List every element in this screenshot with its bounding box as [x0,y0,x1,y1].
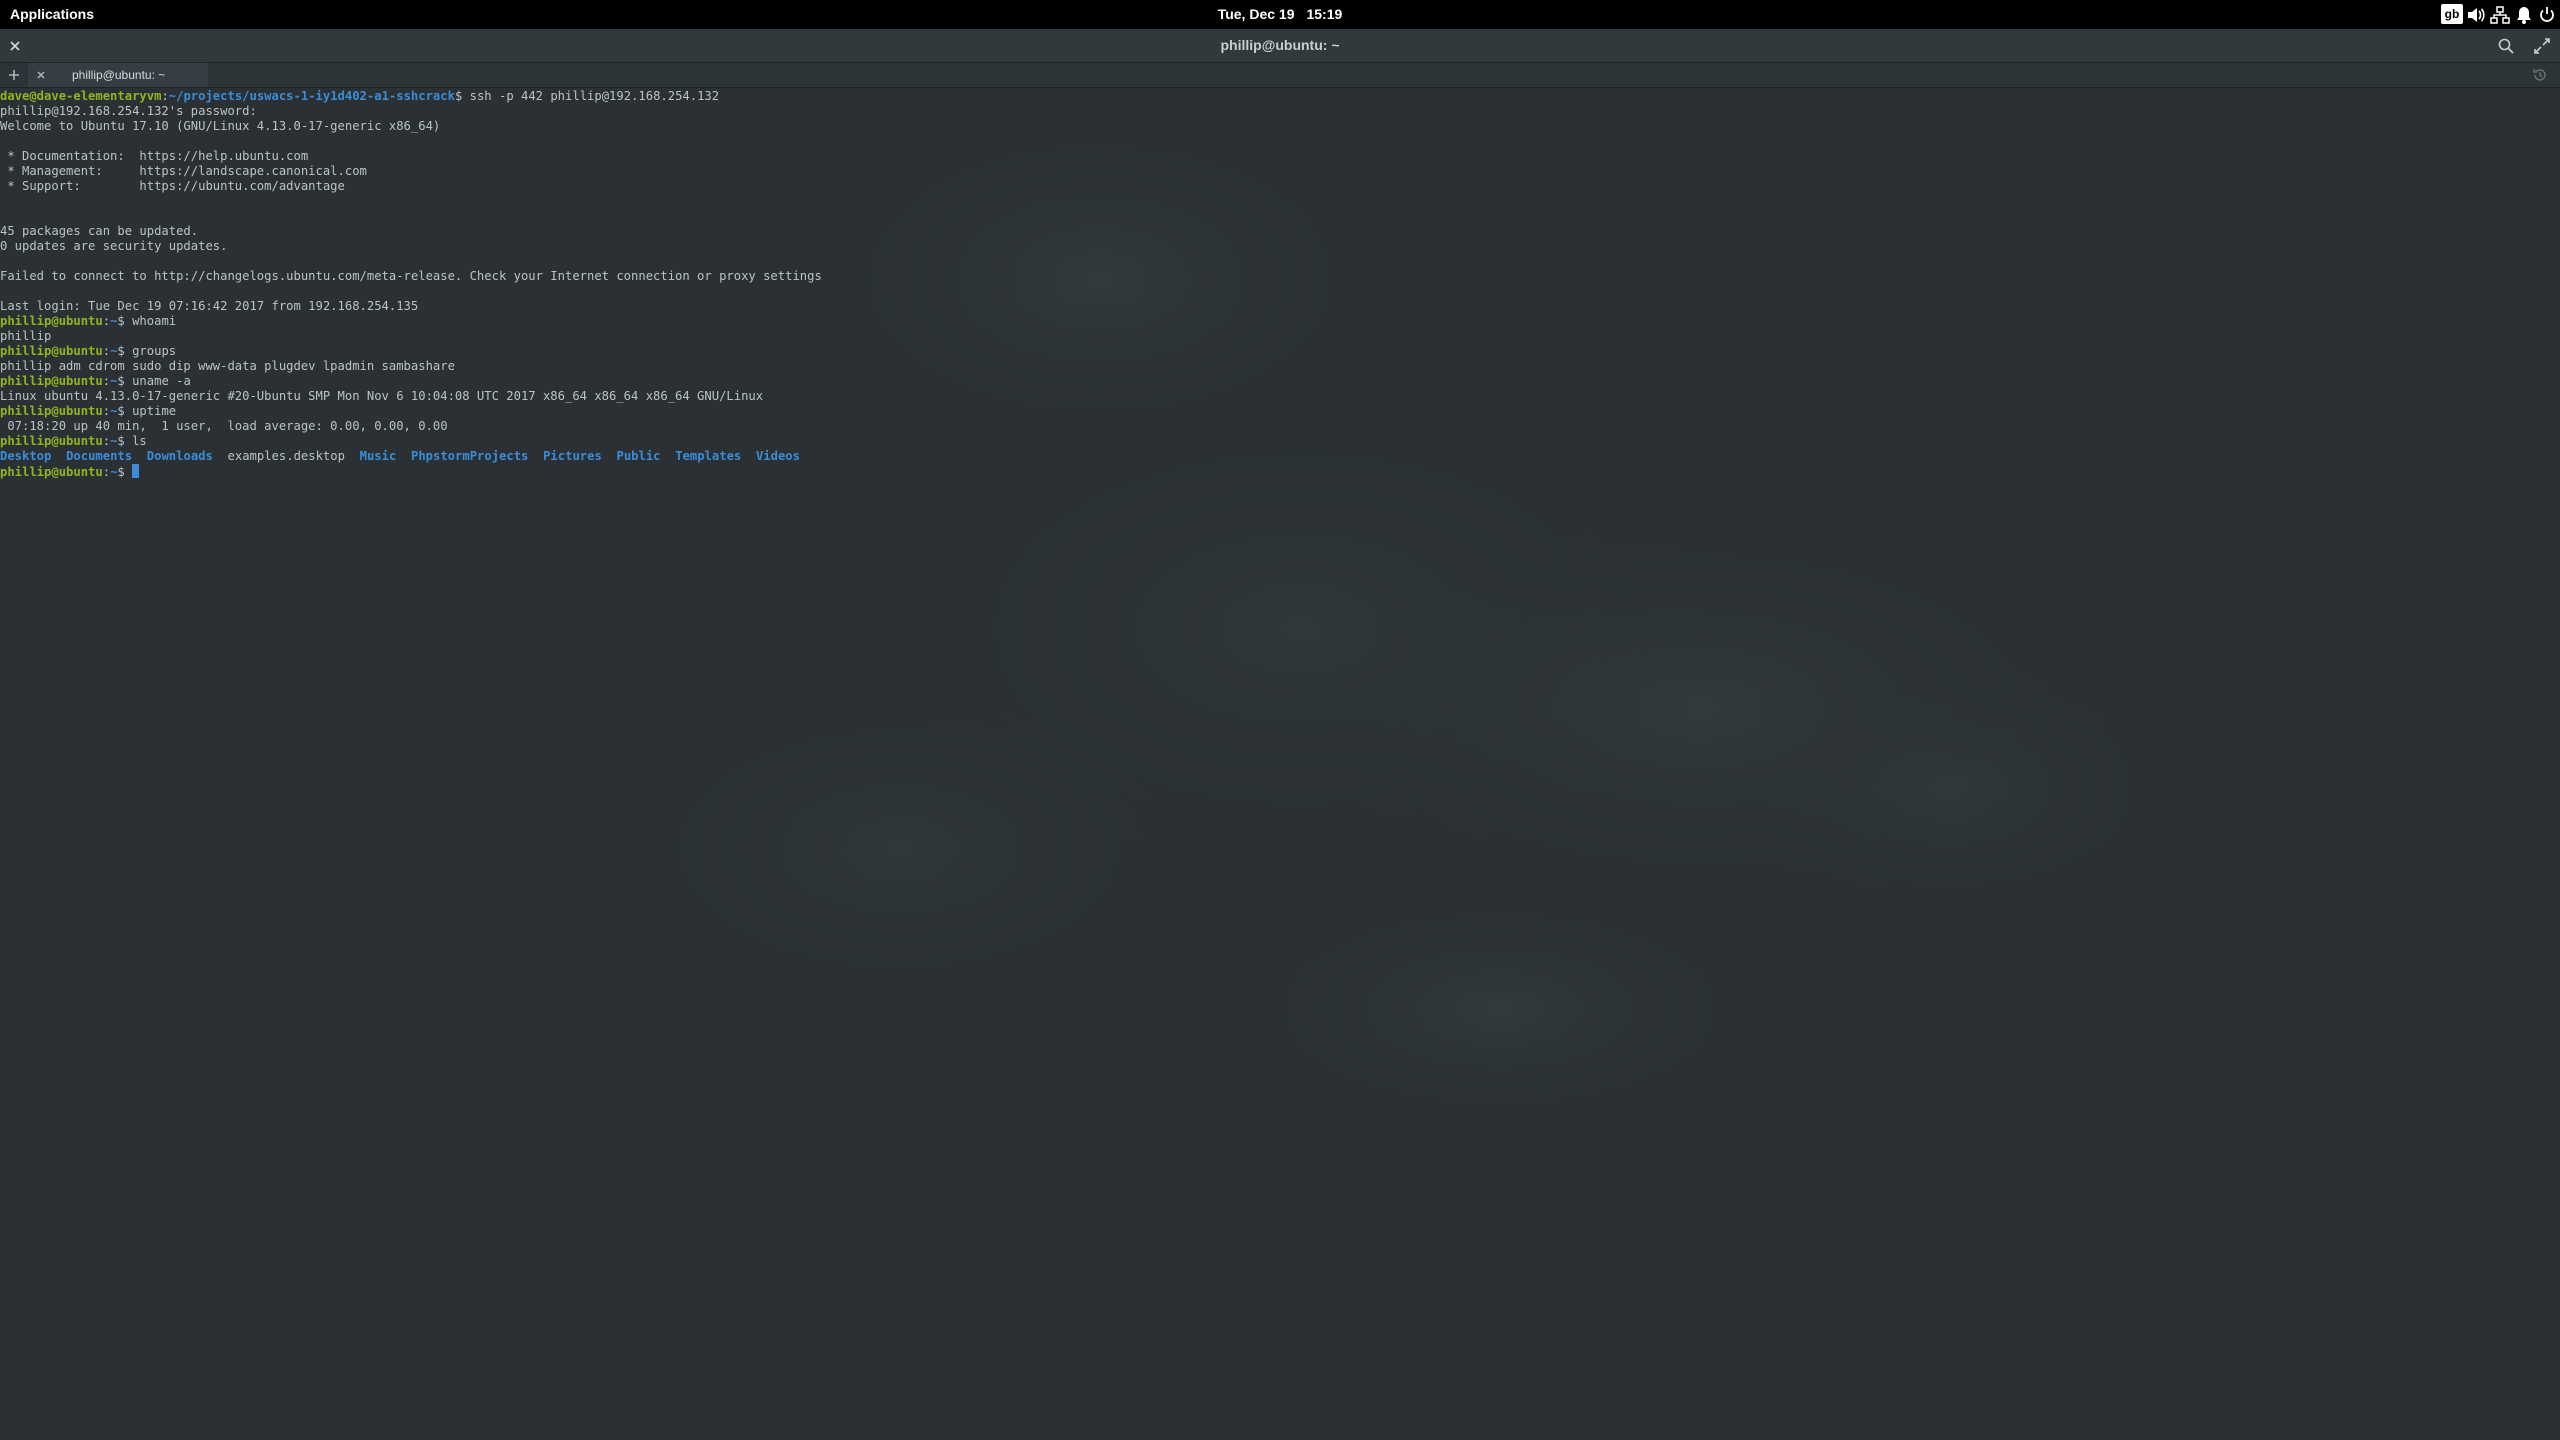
terminal-line: Failed to connect to http://changelogs.u… [0,269,822,283]
terminal-line: * Support: https://ubuntu.com/advantage [0,179,345,193]
terminal-line: phillip [0,329,52,343]
terminal-line: Welcome to Ubuntu 17.10 (GNU/Linux 4.13.… [0,119,441,133]
terminal-prompt-line: phillip@ubuntu:~$ ls [0,434,147,448]
notifications-icon[interactable] [2513,4,2535,26]
power-icon[interactable] [2536,4,2558,26]
close-tab-icon[interactable] [31,65,51,85]
new-tab-icon[interactable] [4,65,24,85]
ls-entry: examples.desktop [227,449,345,463]
terminal-prompt-line: phillip@ubuntu:~$ groups [0,344,177,358]
search-icon[interactable] [2496,36,2516,56]
tab-terminal[interactable]: phillip@ubuntu: ~ [28,63,208,87]
terminal-prompt-line: phillip@ubuntu:~$ [0,464,2560,479]
top-panel: Applications Tue, Dec 19 15:19 gb [0,0,2560,29]
terminal-prompt-line: phillip@ubuntu:~$ whoami [0,314,177,328]
close-icon[interactable] [5,36,25,56]
volume-icon[interactable] [2465,4,2487,26]
ls-entry: PhpstormProjects [411,449,529,463]
unmaximize-icon[interactable] [2532,36,2552,56]
ls-entry: Downloads [146,449,213,463]
terminal-line: * Documentation: https://help.ubuntu.com [0,149,309,163]
window-titlebar[interactable]: phillip@ubuntu: ~ [0,29,2560,63]
window-title: phillip@ubuntu: ~ [1220,37,1340,53]
ls-entry: Templates [675,449,742,463]
terminal-cursor [132,464,140,478]
terminal-line: Linux ubuntu 4.13.0-17-generic #20-Ubunt… [0,389,764,403]
ls-entry: Desktop [0,449,52,463]
terminal-line: 07:18:20 up 40 min, 1 user, load average… [0,419,448,433]
clock-time: 15:19 [1306,6,1343,22]
tab-bar: phillip@ubuntu: ~ [0,63,2560,88]
terminal-line: 0 updates are security updates. [0,239,228,253]
terminal-output[interactable]: dave@dave-elementaryvm:~/projects/uswacs… [0,89,2560,1429]
ls-entry: Public [616,449,661,463]
applications-menu[interactable]: Applications [10,0,94,29]
ls-entry: Documents [66,449,133,463]
network-icon[interactable] [2489,4,2511,26]
terminal-line: * Management: https://landscape.canonica… [0,164,367,178]
terminal-line: phillip@192.168.254.132's password: [0,104,257,118]
terminal-line: 45 packages can be updated. [0,224,199,238]
terminal-prompt-line: phillip@ubuntu:~$ uptime [0,404,177,418]
terminal-line: phillip adm cdrom sudo dip www-data plug… [0,359,455,373]
terminal-line: dave@dave-elementaryvm:~/projects/uswacs… [0,89,720,103]
terminal-prompt-line: phillip@ubuntu:~$ uname -a [0,374,191,388]
keyboard-layout-indicator[interactable]: gb [2441,4,2463,24]
ls-output: Desktop Documents Downloads examples.des… [0,449,2560,464]
terminal-window: phillip@ubuntu: ~ phillip@ubuntu: ~ dave… [0,29,2560,1440]
ls-entry: Music [359,449,397,463]
clock[interactable]: Tue, Dec 19 15:19 [1180,0,1380,29]
clock-date: Tue, Dec 19 [1217,6,1295,22]
ls-entry: Videos [755,449,800,463]
ls-entry: Pictures [543,449,602,463]
terminal-line: Last login: Tue Dec 19 07:16:42 2017 fro… [0,299,419,313]
history-icon[interactable] [2530,65,2550,85]
tab-label: phillip@ubuntu: ~ [72,68,166,82]
